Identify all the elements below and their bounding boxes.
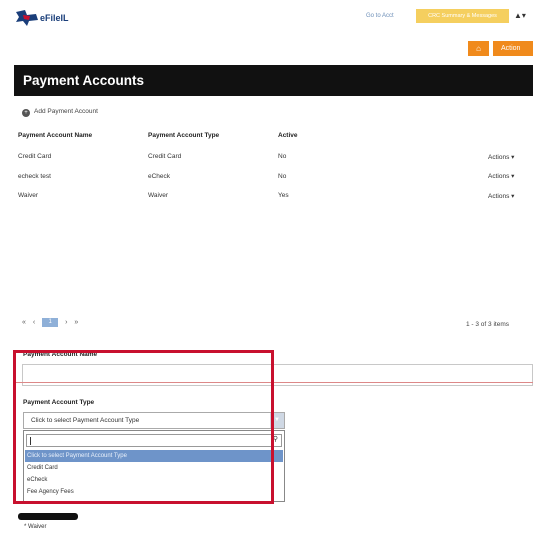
account-name-label: Payment Account Name — [23, 351, 98, 358]
chevron-down-icon[interactable]: ▼ — [270, 413, 284, 428]
table-row: Credit Card Credit Card No Actions ▾ — [18, 147, 533, 167]
add-icon: + — [22, 109, 30, 117]
page-title: Payment Accounts — [23, 73, 145, 88]
next-page-button[interactable]: › — [65, 319, 67, 326]
redacted-text — [18, 513, 78, 520]
column-header-name[interactable]: Payment Account Name — [18, 129, 148, 147]
cell-account-name: echeck test — [18, 172, 51, 180]
payment-account-form: Payment Account Name Payment Account Typ… — [15, 351, 533, 533]
summary-messages-button[interactable]: CRC Summary & Messages — [416, 9, 509, 23]
add-payment-account-link[interactable]: + Add Payment Account — [22, 108, 98, 117]
cell-account-type: eCheck — [148, 172, 171, 180]
text-cursor — [30, 437, 31, 445]
actions-dropdown[interactable]: Actions ▾ — [488, 147, 533, 167]
actions-dropdown[interactable]: Actions ▾ — [488, 186, 533, 206]
divider — [15, 382, 533, 383]
items-count: 1 - 3 of 3 items — [466, 321, 509, 328]
cell-account-type: Waiver — [148, 192, 168, 200]
logo-text[interactable]: eFileIL — [40, 13, 69, 23]
prev-page-button[interactable]: ‹ — [33, 319, 35, 326]
cell-account-name: Waiver — [18, 192, 38, 200]
cell-active: Yes — [278, 192, 289, 200]
actions-dropdown[interactable]: Actions ▾ — [488, 167, 533, 187]
cell-account-type: Credit Card — [148, 153, 182, 161]
action-button[interactable]: Action — [493, 41, 533, 56]
search-icon: ⚲ — [272, 436, 278, 443]
table-row: Waiver Waiver Yes Actions ▾ — [18, 186, 533, 206]
table-header-row: Payment Account Name Payment Account Typ… — [18, 129, 533, 147]
efile-logo-icon[interactable] — [14, 9, 40, 27]
dropdown-option[interactable]: Credit Card — [25, 462, 283, 474]
column-header-type[interactable]: Payment Account Type — [148, 129, 278, 147]
account-type-select[interactable]: Click to select Payment Account Type ▼ — [23, 412, 285, 429]
column-header-active[interactable]: Active — [278, 129, 488, 147]
dropdown-option[interactable]: Click to select Payment Account Type — [25, 450, 283, 462]
waiver-label: * Waiver — [24, 524, 47, 530]
account-type-select-value: Click to select Payment Account Type — [31, 417, 140, 424]
dropdown-option[interactable]: Fee Agency Fees — [25, 486, 283, 498]
dropdown-option[interactable]: eCheck — [25, 474, 283, 486]
dropdown-search-input[interactable]: ⚲ — [26, 434, 282, 447]
home-button[interactable]: ⌂ — [468, 41, 489, 56]
payment-accounts-table: Payment Account Name Payment Account Typ… — [18, 129, 533, 206]
user-menu-icon[interactable]: ▲▾ — [514, 9, 533, 23]
column-header-actions — [488, 129, 533, 147]
last-page-button[interactable]: » — [74, 319, 78, 326]
pagination: « ‹ 1 › » — [22, 318, 83, 330]
cell-account-name: Credit Card — [18, 153, 52, 161]
account-type-label: Payment Account Type — [23, 399, 95, 406]
goto-account-link[interactable]: Go to Acct — [366, 13, 394, 19]
current-page-button[interactable]: 1 — [42, 318, 59, 327]
table-row: echeck test eCheck No Actions ▾ — [18, 167, 533, 187]
cell-active: No — [278, 153, 287, 161]
page-title-bar: Payment Accounts — [14, 65, 533, 96]
account-type-dropdown: ⚲ Click to select Payment Account Type C… — [23, 430, 285, 502]
add-payment-account-label: Add Payment Account — [34, 108, 98, 115]
first-page-button[interactable]: « — [22, 319, 26, 326]
top-header: eFileIL Go to Acct CRC Summary & Message… — [0, 0, 533, 34]
cell-active: No — [278, 172, 287, 180]
